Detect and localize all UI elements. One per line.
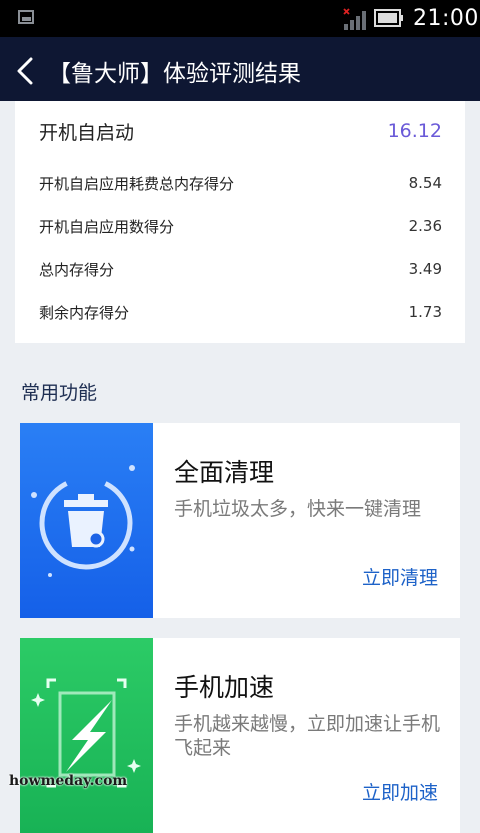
score-main-value: 16.12	[387, 120, 442, 142]
score-item-label: 剩余内存得分	[39, 303, 130, 322]
boost-now-button[interactable]: 立即加速	[362, 778, 438, 805]
page-title: 【鲁大师】体验评测结果	[48, 61, 301, 87]
score-item-label: 总内存得分	[39, 260, 115, 279]
function-card-title: 手机加速	[174, 673, 275, 702]
cleanup-now-button[interactable]: 立即清理	[362, 563, 438, 590]
section-title-common: 常用功能	[21, 382, 98, 404]
score-item-value: 2.36	[408, 217, 442, 235]
score-item-row: 开机自启应用耗费总内存得分 8.54	[39, 172, 442, 194]
score-item-row: 开机自启应用数得分 2.36	[39, 215, 442, 237]
score-item-value: 3.49	[408, 260, 442, 278]
function-card-boost[interactable]: 手机加速 手机越来越慢，立即加速让手机飞起来 立即加速	[20, 638, 460, 833]
score-main-label: 开机自启动	[39, 121, 135, 144]
score-main-row: 开机自启动 16.12	[39, 117, 442, 145]
function-card-cleanup[interactable]: 全面清理 手机垃圾太多，快来一键清理 立即清理	[20, 423, 460, 618]
watermark-text: howmeday.com	[9, 773, 128, 789]
trash-cleanup-icon	[20, 423, 153, 618]
score-card: 开机自启动 16.12 开机自启应用耗费总内存得分 8.54 开机自启应用数得分…	[15, 101, 465, 343]
status-bar: 21:00	[0, 0, 480, 37]
score-item-label: 开机自启应用耗费总内存得分	[39, 174, 235, 193]
image-notification-icon	[18, 10, 34, 24]
title-bar: 【鲁大师】体验评测结果	[0, 37, 480, 101]
function-card-title: 全面清理	[174, 458, 275, 487]
back-arrow-icon[interactable]	[14, 57, 38, 85]
clock-time: 21:00	[413, 6, 479, 31]
function-card-desc: 手机越来越慢，立即加速让手机飞起来	[174, 713, 441, 759]
signal-icon	[343, 8, 366, 30]
score-item-value: 8.54	[408, 174, 442, 192]
battery-icon	[374, 9, 403, 27]
score-item-row: 总内存得分 3.49	[39, 258, 442, 280]
function-card-desc: 手机垃圾太多，快来一键清理	[174, 498, 422, 520]
lightning-boost-icon	[20, 638, 153, 833]
score-item-label: 开机自启应用数得分	[39, 217, 175, 236]
score-item-row: 剩余内存得分 1.73	[39, 301, 442, 323]
score-item-value: 1.73	[408, 303, 442, 321]
